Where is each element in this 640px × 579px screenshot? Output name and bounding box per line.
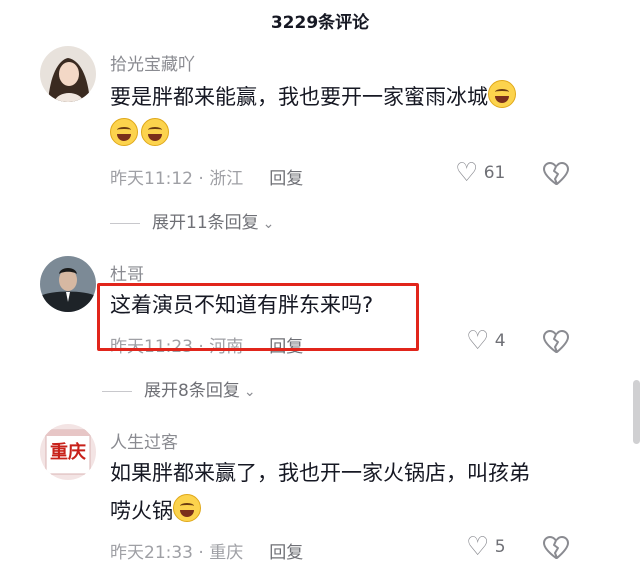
avatar[interactable]: 重庆 <box>40 424 96 480</box>
expand-replies-button[interactable]: 展开11条回复 ⌄ <box>110 208 274 233</box>
heart-outline-icon: ♡ <box>455 158 479 188</box>
comment-meta: 昨天11:12 · 浙江 回复 <box>110 164 303 189</box>
comment-text-content: 唠火锅 <box>110 499 173 523</box>
comment-time: 昨天11:12 <box>110 169 193 189</box>
laugh-sweat-emoji-icon <box>488 80 516 108</box>
comment-text: 要是胖都来能赢，我也要开一家蜜雨冰城 <box>110 78 580 154</box>
like-count: 61 <box>483 163 506 183</box>
comment-meta: 昨天21:33 · 重庆 回复 <box>110 538 303 563</box>
comment-username[interactable]: 人生过客 <box>110 428 178 453</box>
comment-item-1: 拾光宝藏吖 要是胖都来能赢，我也要开一家蜜雨冰城 昨天11:12 · 浙江 回复 … <box>0 46 640 246</box>
comment-time: 昨天21:33 <box>110 543 193 563</box>
heart-outline-icon: ♡ <box>466 532 490 562</box>
scrollbar[interactable] <box>633 380 640 444</box>
comment-text: 如果胖都来赢了，我也开一家火锅店，叫孩弟 唠火锅 <box>110 454 580 530</box>
like-count: 4 <box>494 331 506 351</box>
expand-replies-label: 展开11条回复 <box>152 213 259 233</box>
divider-line <box>110 222 140 224</box>
reply-button[interactable]: 回复 <box>269 543 303 563</box>
meta-separator: · <box>193 543 210 563</box>
comment-location: 重庆 <box>209 543 244 563</box>
comment-location: 浙江 <box>209 169 244 189</box>
comment-username[interactable]: 杜哥 <box>110 260 144 285</box>
chevron-down-icon: ⌄ <box>243 384 256 400</box>
like-button[interactable]: ♡ 61 <box>455 158 505 188</box>
like-count: 5 <box>494 537 506 557</box>
meta-separator: · <box>193 169 210 189</box>
divider-line <box>102 390 132 392</box>
laugh-sweat-emoji-icon <box>141 118 169 146</box>
expand-replies-button[interactable]: 展开8条回复 ⌄ <box>102 376 256 401</box>
highlight-box <box>97 283 419 351</box>
heart-outline-icon: ♡ <box>466 326 490 356</box>
comment-count-title: 3229条评论 <box>270 13 370 33</box>
reply-button[interactable]: 回复 <box>269 169 303 189</box>
comment-text-content: 如果胖都来赢了，我也开一家火锅店，叫孩弟 <box>110 461 530 485</box>
avatar[interactable] <box>40 256 96 312</box>
comment-item-3: 重庆 人生过客 如果胖都来赢了，我也开一家火锅店，叫孩弟 唠火锅 昨天21:33… <box>0 424 640 574</box>
laugh-sweat-emoji-icon <box>173 494 201 522</box>
comment-text-content: 要是胖都来能赢，我也要开一家蜜雨冰城 <box>110 85 488 109</box>
laugh-sweat-emoji-icon <box>110 118 138 146</box>
expand-replies-label: 展开8条回复 <box>144 381 240 401</box>
broken-heart-outline-icon[interactable] <box>542 328 570 356</box>
broken-heart-outline-icon[interactable] <box>542 160 570 188</box>
avatar[interactable] <box>40 46 96 102</box>
like-button[interactable]: ♡ 4 <box>466 326 506 356</box>
avatar-text: 重庆 <box>50 442 86 463</box>
broken-heart-outline-icon[interactable] <box>542 534 570 562</box>
chevron-down-icon: ⌄ <box>262 216 275 232</box>
comments-header: 3229条评论 <box>0 0 640 38</box>
comment-username[interactable]: 拾光宝藏吖 <box>110 50 195 75</box>
like-button[interactable]: ♡ 5 <box>466 532 506 562</box>
